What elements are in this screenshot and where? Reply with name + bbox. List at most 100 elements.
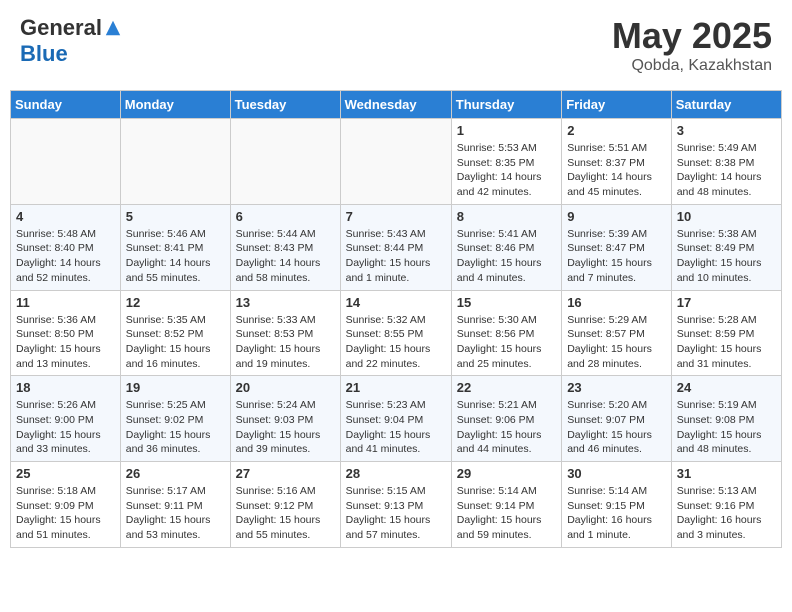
week-row-3: 11Sunrise: 5:36 AMSunset: 8:50 PMDayligh…: [11, 290, 782, 376]
day-number: 5: [126, 209, 225, 224]
day-number: 23: [567, 380, 666, 395]
day-info: Sunrise: 5:33 AMSunset: 8:53 PMDaylight:…: [236, 313, 335, 372]
weekday-header-saturday: Saturday: [671, 91, 781, 119]
weekday-header-friday: Friday: [562, 91, 672, 119]
week-row-2: 4 Sunrise: 5:48 AMSunset: 8:40 PMDaylight…: [11, 204, 782, 290]
day-number: 25: [16, 466, 115, 481]
day-info: Sunrise: 5:14 AMSunset: 9:14 PMDaylight:…: [457, 484, 556, 543]
day-number: 24: [677, 380, 776, 395]
calendar-cell: 10 Sunrise: 5:38 AMSunset: 8:49 PMDayligh…: [671, 204, 781, 290]
day-info: Sunrise: 5:49 AMSunset: 8:38 PMDaylight:…: [677, 141, 776, 200]
calendar-cell: 16 Sunrise: 5:29 AMSunset: 8:57 PMDayligh…: [562, 290, 672, 376]
day-number: 18: [16, 380, 115, 395]
weekday-header-row: SundayMondayTuesdayWednesdayThursdayFrid…: [11, 91, 782, 119]
calendar-cell: 25Sunrise: 5:18 AMSunset: 9:09 PMDayligh…: [11, 462, 121, 548]
day-number: 27: [236, 466, 335, 481]
day-number: 9: [567, 209, 666, 224]
day-info: Sunrise: 5:17 AMSunset: 9:11 PMDaylight:…: [126, 484, 225, 543]
day-info: Sunrise: 5:19 AMSunset: 9:08 PMDaylight:…: [677, 398, 776, 457]
calendar-cell: [230, 119, 340, 205]
logo-general: General: [20, 15, 102, 41]
day-info: Sunrise: 5:24 AMSunset: 9:03 PMDaylight:…: [236, 398, 335, 457]
weekday-header-sunday: Sunday: [11, 91, 121, 119]
calendar-cell: 29 Sunrise: 5:14 AMSunset: 9:14 PMDayligh…: [451, 462, 561, 548]
day-number: 6: [236, 209, 335, 224]
calendar-cell: 26Sunrise: 5:17 AMSunset: 9:11 PMDayligh…: [120, 462, 230, 548]
day-number: 22: [457, 380, 556, 395]
day-info: Sunrise: 5:13 AMSunset: 9:16 PMDaylight:…: [677, 484, 776, 543]
day-info: Sunrise: 5:43 AMSunset: 8:44 PMDaylight:…: [346, 227, 446, 286]
calendar-cell: 22 Sunrise: 5:21 AMSunset: 9:06 PMDayligh…: [451, 376, 561, 462]
day-info: Sunrise: 5:41 AMSunset: 8:46 PMDaylight:…: [457, 227, 556, 286]
logo-blue: Blue: [20, 41, 68, 67]
day-info: Sunrise: 5:14 AMSunset: 9:15 PMDaylight:…: [567, 484, 666, 543]
calendar-cell: 28Sunrise: 5:15 AMSunset: 9:13 PMDayligh…: [340, 462, 451, 548]
day-info: Sunrise: 5:51 AMSunset: 8:37 PMDaylight:…: [567, 141, 666, 200]
calendar-cell: 12Sunrise: 5:35 AMSunset: 8:52 PMDayligh…: [120, 290, 230, 376]
day-info: Sunrise: 5:30 AMSunset: 8:56 PMDaylight:…: [457, 313, 556, 372]
calendar-cell: 30 Sunrise: 5:14 AMSunset: 9:15 PMDayligh…: [562, 462, 672, 548]
calendar-cell: 14 Sunrise: 5:32 AMSunset: 8:55 PMDayligh…: [340, 290, 451, 376]
calendar-cell: 4 Sunrise: 5:48 AMSunset: 8:40 PMDaylight…: [11, 204, 121, 290]
day-info: Sunrise: 5:26 AMSunset: 9:00 PMDaylight:…: [16, 398, 115, 457]
day-info: Sunrise: 5:46 AMSunset: 8:41 PMDaylight:…: [126, 227, 225, 286]
calendar-cell: [340, 119, 451, 205]
day-info: Sunrise: 5:25 AMSunset: 9:02 PMDaylight:…: [126, 398, 225, 457]
calendar-cell: 9 Sunrise: 5:39 AMSunset: 8:47 PMDaylight…: [562, 204, 672, 290]
day-info: Sunrise: 5:15 AMSunset: 9:13 PMDaylight:…: [346, 484, 446, 543]
day-number: 30: [567, 466, 666, 481]
weekday-header-thursday: Thursday: [451, 91, 561, 119]
title-block: May 2025 Qobda, Kazakhstan: [612, 15, 772, 75]
day-info: Sunrise: 5:38 AMSunset: 8:49 PMDaylight:…: [677, 227, 776, 286]
day-number: 4: [16, 209, 115, 224]
calendar-cell: 21 Sunrise: 5:23 AMSunset: 9:04 PMDayligh…: [340, 376, 451, 462]
day-number: 14: [346, 295, 446, 310]
day-number: 29: [457, 466, 556, 481]
day-number: 10: [677, 209, 776, 224]
weekday-header-tuesday: Tuesday: [230, 91, 340, 119]
calendar-cell: 17Sunrise: 5:28 AMSunset: 8:59 PMDayligh…: [671, 290, 781, 376]
day-info: Sunrise: 5:29 AMSunset: 8:57 PMDaylight:…: [567, 313, 666, 372]
calendar-cell: 6 Sunrise: 5:44 AMSunset: 8:43 PMDaylight…: [230, 204, 340, 290]
day-number: 3: [677, 123, 776, 138]
location: Qobda, Kazakhstan: [612, 57, 772, 75]
day-number: 21: [346, 380, 446, 395]
day-info: Sunrise: 5:36 AMSunset: 8:50 PMDaylight:…: [16, 313, 115, 372]
day-number: 31: [677, 466, 776, 481]
day-info: Sunrise: 5:21 AMSunset: 9:06 PMDaylight:…: [457, 398, 556, 457]
calendar-cell: 1Sunrise: 5:53 AMSunset: 8:35 PMDaylight…: [451, 119, 561, 205]
day-info: Sunrise: 5:16 AMSunset: 9:12 PMDaylight:…: [236, 484, 335, 543]
calendar-cell: 23Sunrise: 5:20 AMSunset: 9:07 PMDayligh…: [562, 376, 672, 462]
logo: General Blue: [20, 15, 122, 67]
day-number: 15: [457, 295, 556, 310]
calendar-cell: 11Sunrise: 5:36 AMSunset: 8:50 PMDayligh…: [11, 290, 121, 376]
calendar-table: SundayMondayTuesdayWednesdayThursdayFrid…: [10, 90, 782, 548]
weekday-header-wednesday: Wednesday: [340, 91, 451, 119]
weekday-header-monday: Monday: [120, 91, 230, 119]
day-number: 12: [126, 295, 225, 310]
calendar-cell: 15 Sunrise: 5:30 AMSunset: 8:56 PMDayligh…: [451, 290, 561, 376]
calendar-cell: 2Sunrise: 5:51 AMSunset: 8:37 PMDaylight…: [562, 119, 672, 205]
day-number: 19: [126, 380, 225, 395]
day-info: Sunrise: 5:32 AMSunset: 8:55 PMDaylight:…: [346, 313, 446, 372]
day-info: Sunrise: 5:44 AMSunset: 8:43 PMDaylight:…: [236, 227, 335, 286]
day-number: 1: [457, 123, 556, 138]
day-info: Sunrise: 5:48 AMSunset: 8:40 PMDaylight:…: [16, 227, 115, 286]
day-number: 16: [567, 295, 666, 310]
calendar-cell: 19 Sunrise: 5:25 AMSunset: 9:02 PMDayligh…: [120, 376, 230, 462]
month-title: May 2025: [612, 15, 772, 57]
calendar-cell: 3 Sunrise: 5:49 AMSunset: 8:38 PMDaylight…: [671, 119, 781, 205]
calendar-cell: 31 Sunrise: 5:13 AMSunset: 9:16 PMDayligh…: [671, 462, 781, 548]
calendar-cell: 13Sunrise: 5:33 AMSunset: 8:53 PMDayligh…: [230, 290, 340, 376]
page-header: General Blue May 2025 Qobda, Kazakhstan: [10, 10, 782, 80]
calendar-cell: 24 Sunrise: 5:19 AMSunset: 9:08 PMDayligh…: [671, 376, 781, 462]
calendar-cell: 7 Sunrise: 5:43 AMSunset: 8:44 PMDaylight…: [340, 204, 451, 290]
day-info: Sunrise: 5:39 AMSunset: 8:47 PMDaylight:…: [567, 227, 666, 286]
day-info: Sunrise: 5:23 AMSunset: 9:04 PMDaylight:…: [346, 398, 446, 457]
week-row-4: 18 Sunrise: 5:26 AMSunset: 9:00 PMDayligh…: [11, 376, 782, 462]
day-number: 7: [346, 209, 446, 224]
calendar-cell: [120, 119, 230, 205]
calendar-cell: 27 Sunrise: 5:16 AMSunset: 9:12 PMDayligh…: [230, 462, 340, 548]
calendar-cell: 20Sunrise: 5:24 AMSunset: 9:03 PMDayligh…: [230, 376, 340, 462]
day-number: 17: [677, 295, 776, 310]
